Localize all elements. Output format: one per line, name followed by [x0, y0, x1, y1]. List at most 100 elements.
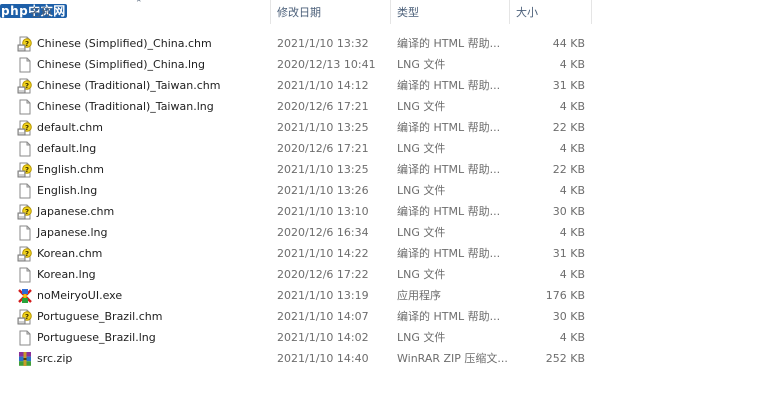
file-name: default.lng [37, 142, 97, 155]
blank-file-icon [17, 99, 33, 115]
file-size: 4 KB [559, 226, 585, 239]
file-size: 4 KB [559, 268, 585, 281]
file-date: 2021/1/10 14:40 [277, 352, 369, 365]
column-header-size[interactable]: 大小 [516, 0, 538, 24]
file-name-cell[interactable]: ? Japanese.chm [17, 201, 269, 222]
file-size: 4 KB [559, 58, 585, 71]
chm-file-icon: ? [17, 309, 33, 325]
blank-file-icon [17, 57, 33, 73]
file-size: 22 KB [552, 121, 585, 134]
file-row[interactable]: Chinese (Traditional)_Taiwan.lng 2020/12/… [0, 96, 782, 117]
file-date: 2020/12/6 17:22 [277, 268, 369, 281]
file-row[interactable]: English.lng 2021/1/10 13:26 LNG 文件 4 KB [0, 180, 782, 201]
file-date: 2021/1/10 13:32 [277, 37, 369, 50]
file-name-cell[interactable]: ? Chinese (Traditional)_Taiwan.chm [17, 75, 269, 96]
column-header-type[interactable]: 类型 [397, 0, 419, 24]
sort-ascending-icon: ⌃ [135, 0, 143, 9]
file-name-cell[interactable]: ? Chinese (Simplified)_China.chm [17, 33, 269, 54]
file-size: 252 KB [545, 352, 585, 365]
file-name-cell[interactable]: Chinese (Traditional)_Taiwan.lng [17, 96, 269, 117]
file-name: Chinese (Simplified)_China.lng [37, 58, 205, 71]
file-size: 4 KB [559, 331, 585, 344]
file-size: 4 KB [559, 100, 585, 113]
column-divider[interactable] [390, 0, 391, 24]
winrar-archive-icon [17, 351, 33, 367]
file-name-cell[interactable]: noMeiryoUI.exe [17, 285, 269, 306]
file-name: Portuguese_Brazil.lng [37, 331, 156, 344]
file-name-cell[interactable]: default.lng [17, 138, 269, 159]
file-row[interactable]: ? English.chm 2021/1/10 13:25 编译的 HTML 帮助..… [0, 159, 782, 180]
blank-file-icon [17, 267, 33, 283]
file-name: default.chm [37, 121, 103, 134]
svg-text:?: ? [25, 208, 29, 216]
file-type: LNG 文件 [397, 58, 446, 71]
file-name-cell[interactable]: src.zip [17, 348, 269, 369]
file-row[interactable]: ? Chinese (Traditional)_Taiwan.chm 2021/1/… [0, 75, 782, 96]
file-row[interactable]: noMeiryoUI.exe 2021/1/10 13:19 应用程序 176 KB [0, 285, 782, 306]
file-type: 编译的 HTML 帮助... [397, 79, 501, 92]
column-divider[interactable] [591, 0, 592, 24]
file-name-cell[interactable]: English.lng [17, 180, 269, 201]
column-header-name[interactable]: 名称 [30, 0, 52, 24]
svg-text:?: ? [25, 313, 29, 321]
chm-file-icon: ? [17, 120, 33, 136]
column-header-bar: php中文网 名称 ⌃ 修改日期 类型 大小 [0, 0, 782, 24]
file-name-cell[interactable]: Japanese.lng [17, 222, 269, 243]
file-date: 2021/1/10 13:26 [277, 184, 369, 197]
file-name: src.zip [37, 352, 73, 365]
file-name-cell[interactable]: ? default.chm [17, 117, 269, 138]
file-size: 176 KB [545, 289, 585, 302]
file-name-cell[interactable]: Chinese (Simplified)_China.lng [17, 54, 269, 75]
file-date: 2021/1/10 13:19 [277, 289, 369, 302]
file-name: Japanese.lng [37, 226, 108, 239]
file-row[interactable]: default.lng 2020/12/6 17:21 LNG 文件 4 KB [0, 138, 782, 159]
chm-file-icon: ? [17, 204, 33, 220]
file-date: 2021/1/10 14:02 [277, 331, 369, 344]
file-row[interactable]: Chinese (Simplified)_China.lng 2020/12/13… [0, 54, 782, 75]
file-date: 2020/12/6 17:21 [277, 142, 369, 155]
file-row[interactable]: ? Chinese (Simplified)_China.chm 2021/1/10… [0, 33, 782, 54]
file-type: LNG 文件 [397, 184, 446, 197]
file-name: Korean.lng [37, 268, 96, 281]
file-row[interactable]: ? Korean.chm 2021/1/10 14:22 编译的 HTML 帮助...… [0, 243, 782, 264]
file-size: 31 KB [552, 79, 585, 92]
file-name-cell[interactable]: ? Korean.chm [17, 243, 269, 264]
file-type: WinRAR ZIP 压缩文... [397, 352, 508, 365]
file-type: LNG 文件 [397, 226, 446, 239]
file-name: noMeiryoUI.exe [37, 289, 123, 302]
file-type: 编译的 HTML 帮助... [397, 37, 501, 50]
column-divider[interactable] [509, 0, 510, 24]
file-size: 4 KB [559, 142, 585, 155]
chm-file-icon: ? [17, 162, 33, 178]
file-name-cell[interactable]: Korean.lng [17, 264, 269, 285]
file-row[interactable]: src.zip 2021/1/10 14:40 WinRAR ZIP 压缩文... 2… [0, 348, 782, 369]
svg-text:?: ? [25, 166, 29, 174]
file-date: 2021/1/10 13:10 [277, 205, 369, 218]
file-row[interactable]: Portuguese_Brazil.lng 2021/1/10 14:02 LNG … [0, 327, 782, 348]
blank-file-icon [17, 183, 33, 199]
column-header-date[interactable]: 修改日期 [277, 0, 321, 24]
svg-text:?: ? [25, 124, 29, 132]
file-date: 2021/1/10 13:25 [277, 121, 369, 134]
file-name: Chinese (Traditional)_Taiwan.lng [37, 100, 214, 113]
column-divider[interactable] [270, 0, 271, 24]
file-name-cell[interactable]: ? English.chm [17, 159, 269, 180]
file-date: 2020/12/6 17:21 [277, 100, 369, 113]
file-name: Portuguese_Brazil.chm [37, 310, 163, 323]
file-name-cell[interactable]: Portuguese_Brazil.lng [17, 327, 269, 348]
file-type: 编译的 HTML 帮助... [397, 121, 501, 134]
file-name-cell[interactable]: ? Portuguese_Brazil.chm [17, 306, 269, 327]
file-row[interactable]: ? default.chm 2021/1/10 13:25 编译的 HTML 帮助..… [0, 117, 782, 138]
file-type: 编译的 HTML 帮助... [397, 310, 501, 323]
svg-text:?: ? [25, 40, 29, 48]
file-type: LNG 文件 [397, 331, 446, 344]
svg-text:?: ? [25, 250, 29, 258]
file-row[interactable]: Japanese.lng 2020/12/6 16:34 LNG 文件 4 KB [0, 222, 782, 243]
blank-file-icon [17, 330, 33, 346]
file-name: English.lng [37, 184, 98, 197]
file-date: 2021/1/10 14:22 [277, 247, 369, 260]
file-row[interactable]: ? Japanese.chm 2021/1/10 13:10 编译的 HTML 帮助.… [0, 201, 782, 222]
file-row[interactable]: Korean.lng 2020/12/6 17:22 LNG 文件 4 KB [0, 264, 782, 285]
file-name: Chinese (Simplified)_China.chm [37, 37, 212, 50]
file-row[interactable]: ? Portuguese_Brazil.chm 2021/1/10 14:07 编译的… [0, 306, 782, 327]
